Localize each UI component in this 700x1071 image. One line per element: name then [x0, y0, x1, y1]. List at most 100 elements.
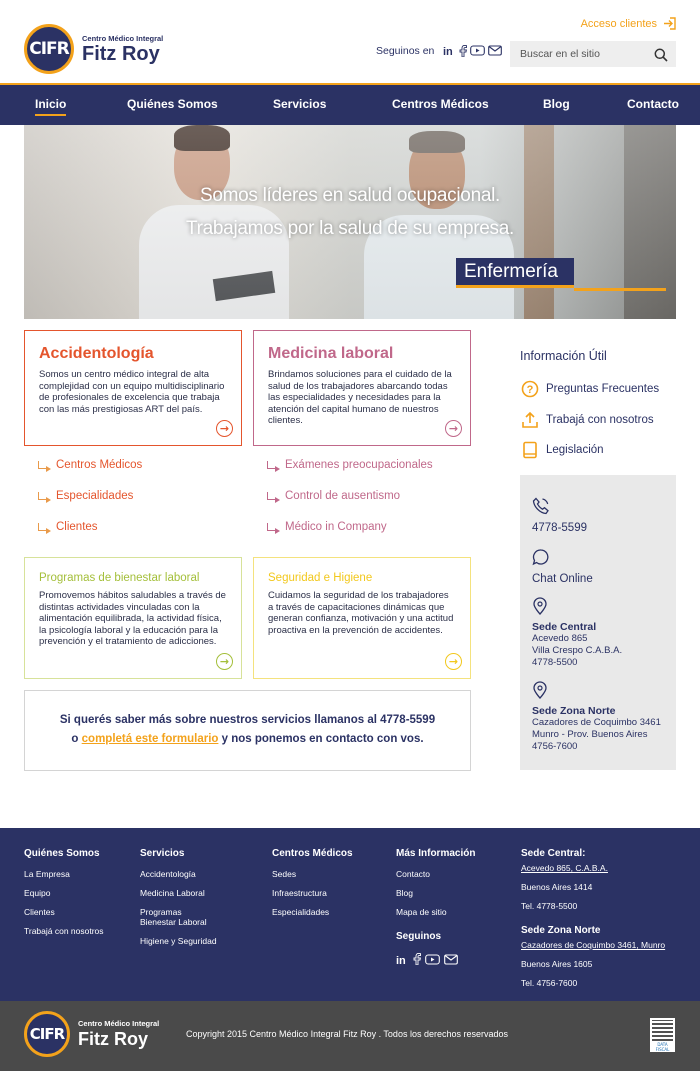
phone-block[interactable]: 4778-5599: [532, 497, 587, 534]
search-icon[interactable]: [654, 47, 668, 66]
upload-icon: [520, 410, 540, 430]
footer-sede-central-link[interactable]: Acevedo 865, C.A.B.A.: [521, 863, 665, 873]
footer-link[interactable]: Clientes: [24, 907, 104, 917]
info-util-title: Información Útil: [520, 349, 607, 363]
arrow-right-icon[interactable]: →: [216, 653, 233, 670]
footer-link[interactable]: Mapa de sitio: [396, 907, 475, 917]
hero-tag-label: Enfermería: [456, 258, 574, 288]
footer-link[interactable]: Blog: [396, 888, 475, 898]
sede-norte-line: 4756-7600: [532, 741, 578, 752]
sidebar-item-label: Legislación: [546, 444, 604, 456]
sede-norte-title: Sede Zona Norte: [532, 705, 616, 717]
link-medico-in-company[interactable]: Médico in Company: [267, 521, 433, 552]
sede-central-line: Villa Crespo C.A.B.A.: [532, 645, 623, 656]
nav-contacto[interactable]: Contacto: [627, 97, 679, 111]
link-examenes-preocupacionales[interactable]: Exámenes preocupacionales: [267, 459, 433, 490]
sede-central-block: Sede Central Acevedo 865 Villa Crespo C.…: [532, 597, 622, 669]
cta-form-link[interactable]: completá este formulario: [82, 733, 219, 745]
footer-link[interactable]: La Empresa: [24, 869, 104, 879]
logo-subtitle: Centro Médico Integral: [78, 1018, 160, 1028]
footer-col-centros-medicos: Centros Médicos Sedes Infraestructura Es…: [272, 848, 353, 926]
facebook-icon[interactable]: [459, 45, 468, 57]
svg-text:in: in: [443, 46, 453, 56]
card-medicina-laboral[interactable]: Medicina laboral Brindamos soluciones pa…: [253, 330, 471, 446]
arrow-right-icon[interactable]: →: [445, 420, 462, 437]
search-input[interactable]: [520, 48, 650, 60]
nav-centros-medicos[interactable]: Centros Médicos: [392, 97, 489, 111]
arrow-right-icon[interactable]: →: [445, 653, 462, 670]
acceso-clientes-link[interactable]: Acceso clientes: [581, 17, 676, 30]
nav-blog[interactable]: Blog: [543, 97, 570, 111]
card-medicina-title: Medicina laboral: [268, 345, 394, 362]
brand-logo[interactable]: CIFR Centro Médico Integral Fitz Roy: [24, 24, 163, 74]
sidebar-item-trabaja[interactable]: Trabajá con nosotros: [520, 410, 654, 430]
cta-text-pre: o: [71, 733, 79, 745]
social-links: Seguinos en in: [376, 45, 503, 57]
footer-sede-norte-link[interactable]: Cazadores de Coquimbo 3461, Munro: [521, 940, 665, 950]
footer-link[interactable]: Sedes: [272, 869, 353, 879]
youtube-icon[interactable]: [425, 952, 440, 970]
cta-text-post: y nos ponemos en contacto con vos.: [221, 733, 424, 745]
footer-col-mas-info: Más Información Contacto Blog Mapa de si…: [396, 848, 475, 970]
card-accidentologia[interactable]: Accidentología Somos un centro médico in…: [24, 330, 242, 446]
footer-link[interactable]: Higiene y Seguridad: [140, 936, 217, 946]
footer-col-title: Más Información: [396, 848, 476, 859]
footer-sede-central-title: Sede Central:: [521, 848, 586, 859]
phone-number: 4778-5599: [532, 522, 587, 534]
linkedin-icon[interactable]: in: [443, 45, 456, 57]
arrow-hook-icon: [267, 461, 280, 472]
link-centros-medicos[interactable]: Centros Médicos: [38, 459, 142, 490]
hero-banner[interactable]: Somos líderes en salud ocupacional. Trab…: [24, 125, 676, 319]
card-accidentologia-text: Somos un centro médico integral de alta …: [39, 369, 225, 415]
arrow-right-icon[interactable]: →: [216, 420, 233, 437]
link-especialidades[interactable]: Especialidades: [38, 490, 142, 521]
sede-central-line: Acevedo 865: [532, 633, 588, 644]
card-bienestar-text: Promovemos hábitos saludables a través d…: [39, 590, 226, 647]
data-fiscal-qr[interactable]: DATA FISCAL: [650, 1018, 675, 1052]
link-clientes[interactable]: Clientes: [38, 521, 142, 552]
footer-link[interactable]: Medicina Laboral: [140, 888, 217, 898]
footer-link[interactable]: Contacto: [396, 869, 475, 879]
footer-logo[interactable]: CIFR Centro Médico Integral Fitz Roy: [24, 1011, 159, 1057]
facebook-icon[interactable]: [413, 952, 421, 970]
mail-icon[interactable]: [444, 952, 458, 970]
book-icon: [520, 440, 540, 460]
sidebar-item-legislacion[interactable]: Legislación: [520, 440, 604, 460]
footer-link[interactable]: Accidentología: [140, 869, 217, 879]
link-label: Exámenes preocupacionales: [285, 459, 433, 471]
card-medicina-text: Brindamos soluciones para el cuidado de …: [268, 369, 452, 426]
footer-link[interactable]: Especialidades: [272, 907, 353, 917]
footer-link[interactable]: Equipo: [24, 888, 104, 898]
mail-icon[interactable]: [488, 45, 503, 57]
card-bienestar-title: Programas de bienestar laboral: [39, 572, 200, 584]
youtube-icon[interactable]: [470, 45, 486, 57]
location-pin-icon: [533, 597, 547, 615]
link-control-ausentismo[interactable]: Control de ausentismo: [267, 490, 433, 521]
nav-servicios[interactable]: Servicios: [273, 97, 326, 111]
cta-line-2: o completá este formulario y nos ponemos…: [25, 730, 470, 749]
card-seguridad-higiene[interactable]: Seguridad e Higiene Cuidamos la segurida…: [253, 557, 471, 679]
sede-norte-line: Cazadores de Coquimbo 3461: [532, 717, 661, 728]
card-seguridad-text: Cuidamos la seguridad de los trabajadore…: [268, 590, 454, 636]
card-bienestar-laboral[interactable]: Programas de bienestar laboral Promovemo…: [24, 557, 242, 679]
login-icon: [664, 17, 676, 30]
chat-block[interactable]: Chat Online: [532, 548, 593, 585]
footer-col-title: Quiénes Somos: [24, 848, 100, 859]
arrow-hook-icon: [267, 492, 280, 503]
footer-link[interactable]: Trabajá con nosotros: [24, 926, 104, 936]
svg-text:?: ?: [527, 384, 534, 396]
link-label: Centros Médicos: [56, 459, 143, 471]
footer-link[interactable]: Programas Bienestar Laboral: [140, 907, 217, 927]
arrow-hook-icon: [38, 461, 51, 472]
nav-inicio[interactable]: Inicio: [35, 97, 67, 116]
site-header: CIFR Centro Médico Integral Fitz Roy Acc…: [0, 0, 700, 83]
arrow-hook-icon: [38, 523, 51, 534]
phone-icon: [532, 497, 549, 515]
sede-central-title: Sede Central: [532, 621, 597, 633]
sidebar-item-faq[interactable]: ? Preguntas Frecuentes: [520, 379, 659, 399]
footer-sede-line: Tel. 4778-5500: [521, 901, 578, 911]
linkedin-icon[interactable]: in: [396, 952, 409, 970]
sub-footer: CIFR Centro Médico Integral Fitz Roy Cop…: [0, 1001, 700, 1071]
nav-quienes-somos[interactable]: Quiénes Somos: [127, 97, 218, 111]
footer-link[interactable]: Infraestructura: [272, 888, 353, 898]
